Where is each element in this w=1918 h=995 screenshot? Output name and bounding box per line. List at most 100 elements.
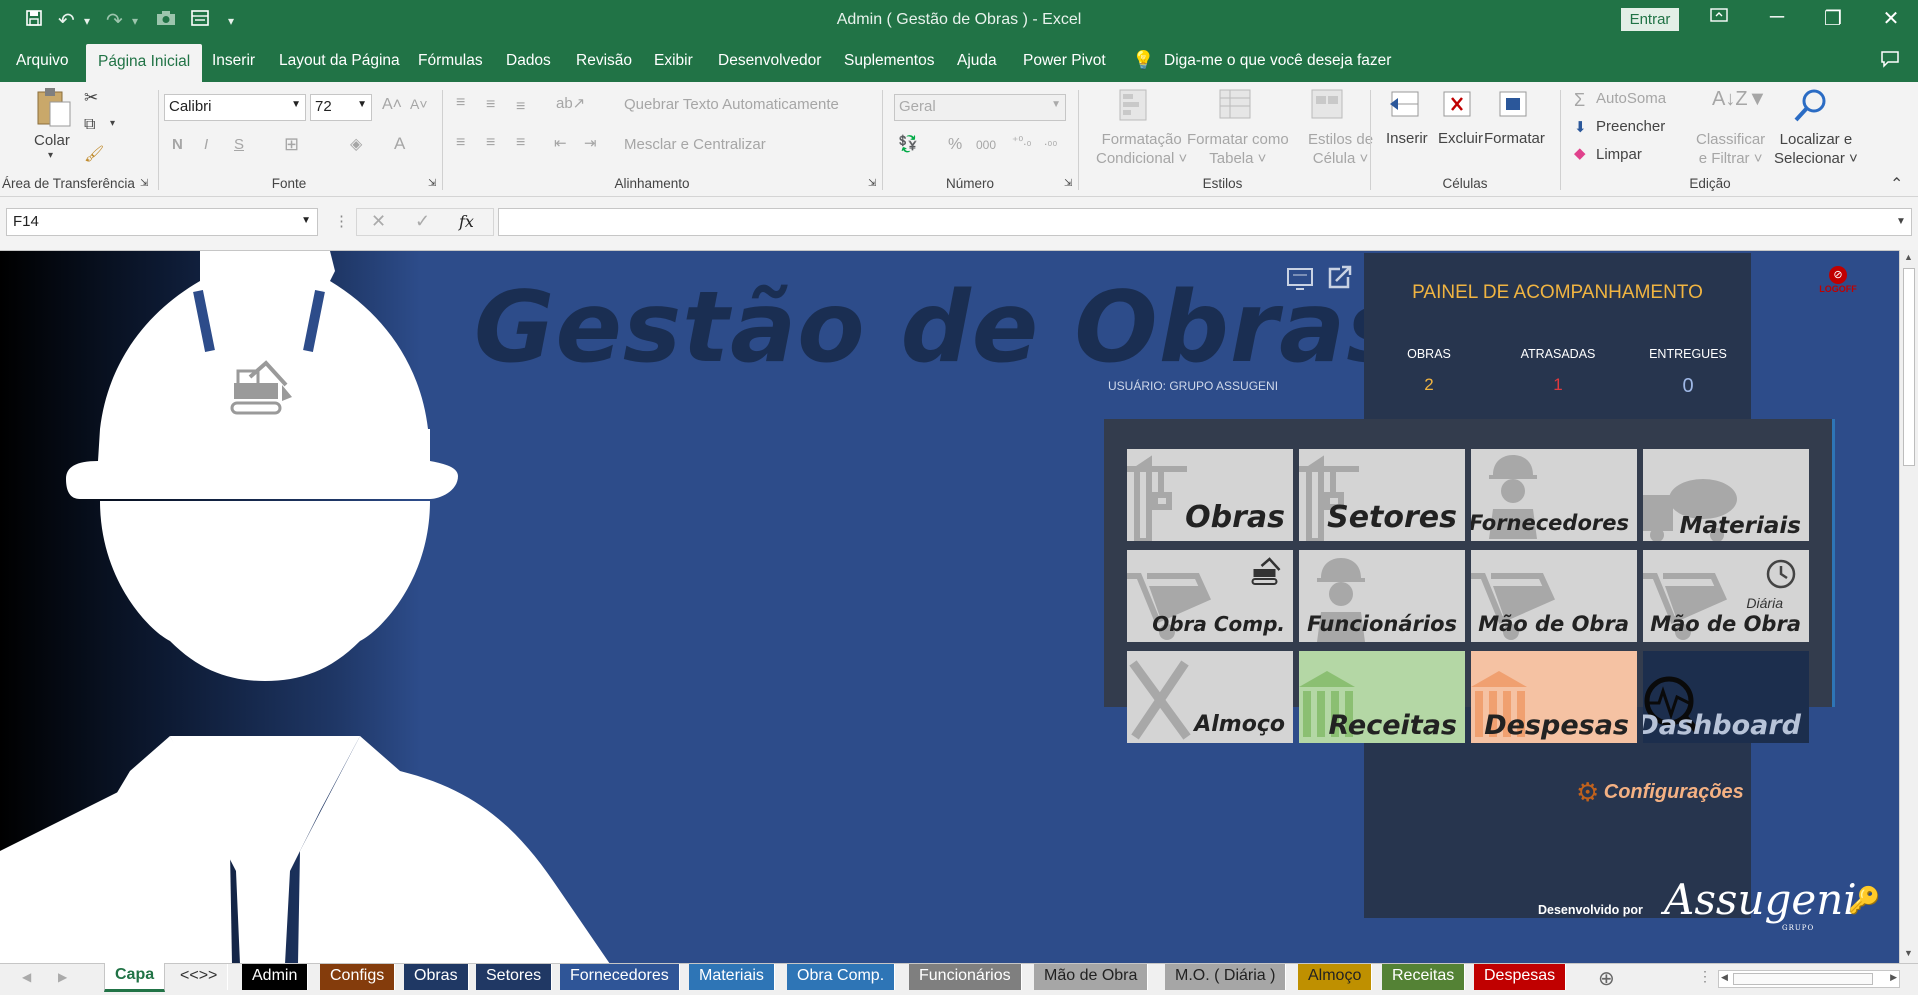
sheet-tab-mao-de-obra[interactable]: Mão de Obra — [1034, 964, 1149, 990]
underline-button[interactable]: S — [234, 136, 244, 153]
tile-obras[interactable]: Obras — [1127, 449, 1293, 541]
conditional-format-button[interactable]: Formatação Condicional ˅ — [1096, 130, 1187, 168]
restore-icon[interactable]: ❐ — [1808, 6, 1858, 31]
decrease-indent-icon[interactable]: ⇤ — [554, 134, 567, 152]
scroll-down-icon[interactable]: ▼ — [1904, 948, 1913, 958]
font-color-icon[interactable]: A — [394, 134, 405, 154]
format-painter-icon[interactable]: 🖌 — [84, 144, 104, 164]
format-cells-icon[interactable] — [1496, 88, 1530, 126]
horizontal-scroll-thumb[interactable] — [1733, 973, 1873, 985]
tile-dashboard[interactable]: Dashboard — [1643, 651, 1809, 743]
vertical-scrollbar[interactable]: ▲ ▼ — [1899, 250, 1918, 963]
font-launcher-icon[interactable]: ⇲ — [428, 178, 436, 189]
font-name-select[interactable]: Calibri ▼ — [164, 94, 306, 121]
logoff-button[interactable]: ⊘ LOGOFF — [1818, 265, 1858, 294]
autosum-icon[interactable]: Σ — [1574, 90, 1585, 111]
font-size-select[interactable]: 72 ▼ — [310, 94, 372, 121]
tab-splitter-icon[interactable]: ⋮ — [1698, 968, 1712, 985]
tile-mao-de-obra[interactable]: Mão de Obra — [1471, 550, 1637, 642]
prev-sheet-icon[interactable]: ◀ — [22, 970, 31, 984]
tab-revisao[interactable]: Revisão — [576, 52, 632, 70]
sort-filter-icon[interactable]: A↓Z▼ — [1712, 88, 1767, 111]
sheet-tab-capa[interactable]: Capa — [104, 963, 166, 992]
tab-dados[interactable]: Dados — [506, 52, 551, 70]
format-as-table-button[interactable]: Formatar como Tabela ˅ — [1187, 130, 1289, 168]
cancel-icon[interactable]: ✕ — [371, 211, 386, 232]
sheet-tab-admin[interactable]: Admin — [242, 964, 309, 990]
scroll-thumb[interactable] — [1903, 268, 1915, 466]
add-sheet-icon[interactable]: ⊕ — [1598, 966, 1615, 991]
tile-almoco[interactable]: Almoço — [1127, 651, 1293, 743]
alignment-launcher-icon[interactable]: ⇲ — [868, 178, 876, 189]
sheet-tab-receitas[interactable]: Receitas — [1382, 964, 1466, 990]
find-icon[interactable] — [1792, 88, 1828, 128]
increase-font-icon[interactable]: A˄ — [382, 96, 402, 114]
tile-obra-comp[interactable]: Obra Comp. — [1127, 550, 1293, 642]
tell-me-input[interactable]: Diga-me o que você deseja fazer — [1164, 52, 1391, 70]
copy-icon[interactable]: ⧉ — [84, 116, 95, 134]
sheet-tab-despesas[interactable]: Despesas — [1474, 964, 1567, 990]
paste-button[interactable]: Colar — [34, 132, 70, 149]
decrease-decimal-icon[interactable]: .₀₀ — [1044, 134, 1057, 148]
sheet-tab-separator[interactable]: <<>> — [170, 964, 229, 990]
eraser-icon[interactable]: ◆ — [1574, 144, 1586, 162]
tab-layout[interactable]: Layout da Página — [279, 52, 400, 70]
fill-down-icon[interactable]: ⬇ — [1574, 118, 1587, 136]
orientation-icon[interactable]: ab↗ — [556, 94, 585, 112]
percent-button[interactable]: % — [948, 136, 962, 154]
paste-dropdown-icon[interactable]: ▾ — [48, 150, 53, 161]
sheet-tab-materiais[interactable]: Materiais — [689, 964, 775, 990]
align-bottom-icon[interactable]: ≡ — [516, 98, 525, 116]
sheet-tab-funcionarios[interactable]: Funcionários — [909, 964, 1022, 990]
sheet-tab-setores[interactable]: Setores — [476, 964, 553, 990]
sheet-tab-fornecedores[interactable]: Fornecedores — [560, 964, 680, 990]
lightbulb-icon[interactable]: 💡 — [1132, 50, 1154, 71]
tile-funcionarios[interactable]: Funcionários — [1299, 550, 1465, 642]
insert-cells-icon[interactable] — [1388, 88, 1422, 126]
enter-icon[interactable]: ✓ — [415, 211, 430, 232]
close-icon[interactable]: ✕ — [1866, 6, 1916, 31]
clear-button[interactable]: Limpar — [1596, 146, 1642, 163]
delete-cells-icon[interactable] — [1440, 88, 1474, 126]
merge-center-button[interactable]: Mesclar e Centralizar — [624, 136, 766, 153]
decrease-font-icon[interactable]: A˅ — [410, 96, 428, 112]
currency-icon[interactable]: 💱 — [898, 134, 918, 154]
increase-indent-icon[interactable]: ⇥ — [584, 134, 597, 152]
tab-power-pivot[interactable]: Power Pivot — [1023, 52, 1106, 70]
comments-icon[interactable] — [1880, 50, 1900, 73]
tab-suplementos[interactable]: Suplementos — [844, 52, 934, 70]
number-launcher-icon[interactable]: ⇲ — [1064, 178, 1072, 189]
tab-desenvolvedor[interactable]: Desenvolvedor — [718, 52, 821, 70]
horizontal-scrollbar[interactable]: ◀ ▶ — [1718, 970, 1900, 988]
tile-materiais[interactable]: Materiais — [1643, 449, 1809, 541]
clipboard-launcher-icon[interactable]: ⇲ — [140, 178, 148, 189]
cell-styles-icon[interactable] — [1310, 88, 1344, 126]
sheet-tab-mo-diaria[interactable]: M.O. ( Diária ) — [1165, 964, 1287, 990]
align-right-icon[interactable]: ≡ — [516, 134, 525, 152]
expand-formula-icon[interactable]: ▼ — [1896, 216, 1906, 227]
increase-decimal-icon[interactable]: ⁺⁰.₀ — [1012, 134, 1031, 148]
conditional-format-icon[interactable] — [1118, 88, 1152, 126]
align-middle-icon[interactable]: ≡ — [486, 96, 495, 114]
tile-mao-de-obra-diaria[interactable]: Diária Mão de Obra — [1643, 550, 1809, 642]
name-box[interactable]: F14 ▼ — [6, 208, 318, 236]
format-as-table-icon[interactable] — [1218, 88, 1252, 126]
tab-pagina-inicial[interactable]: Página Inicial — [86, 44, 203, 82]
fill-color-icon[interactable]: ◈ — [350, 134, 362, 154]
more-options-icon[interactable]: ⋮ — [334, 212, 349, 230]
insert-cells-button[interactable]: Inserir — [1386, 130, 1428, 147]
cut-icon[interactable]: ✂ — [84, 88, 98, 108]
sheet-tab-obras[interactable]: Obras — [404, 964, 469, 990]
scroll-up-icon[interactable]: ▲ — [1904, 252, 1913, 262]
tab-exibir[interactable]: Exibir — [654, 52, 693, 70]
align-center-icon[interactable]: ≡ — [486, 134, 495, 152]
sheet-tab-configs[interactable]: Configs — [320, 964, 396, 990]
copy-dropdown-icon[interactable]: ▾ — [110, 118, 115, 129]
tile-fornecedores[interactable]: Fornecedores — [1471, 449, 1637, 541]
paste-icon[interactable] — [36, 86, 72, 132]
autosum-button[interactable]: AutoSoma — [1596, 90, 1666, 107]
italic-button[interactable]: I — [204, 136, 208, 153]
formula-input[interactable] — [498, 208, 1912, 236]
collapse-ribbon-icon[interactable]: ⌃ — [1890, 174, 1903, 194]
delete-cells-button[interactable]: Excluir — [1438, 130, 1483, 147]
